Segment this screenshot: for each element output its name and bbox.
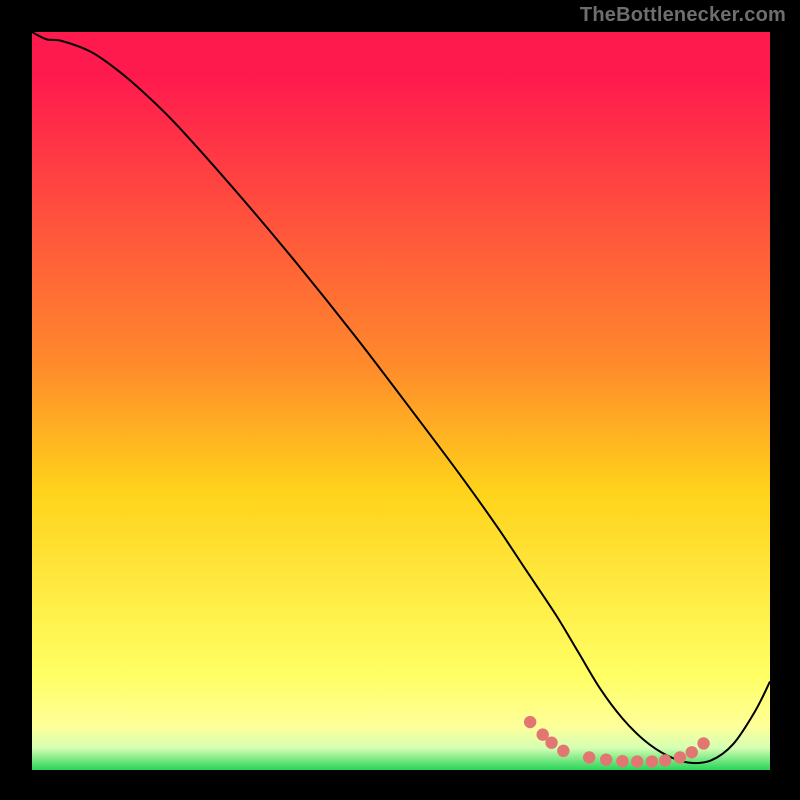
chart-marker bbox=[631, 755, 643, 767]
chart-marker bbox=[557, 745, 569, 757]
chart-marker bbox=[697, 737, 709, 749]
chart-marker bbox=[616, 755, 628, 767]
chart-plot-area bbox=[32, 32, 770, 770]
chart-marker bbox=[659, 754, 671, 766]
chart-marker bbox=[583, 751, 595, 763]
watermark-text: TheBottlenecker.com bbox=[580, 4, 786, 27]
chart-marker bbox=[646, 755, 658, 767]
chart-marker bbox=[686, 746, 698, 758]
chart-marker bbox=[524, 716, 536, 728]
chart-marker bbox=[674, 751, 686, 763]
chart-gradient-bg bbox=[32, 32, 770, 770]
chart-marker bbox=[545, 736, 557, 748]
chart-marker bbox=[600, 753, 612, 765]
chart-svg bbox=[32, 32, 770, 770]
